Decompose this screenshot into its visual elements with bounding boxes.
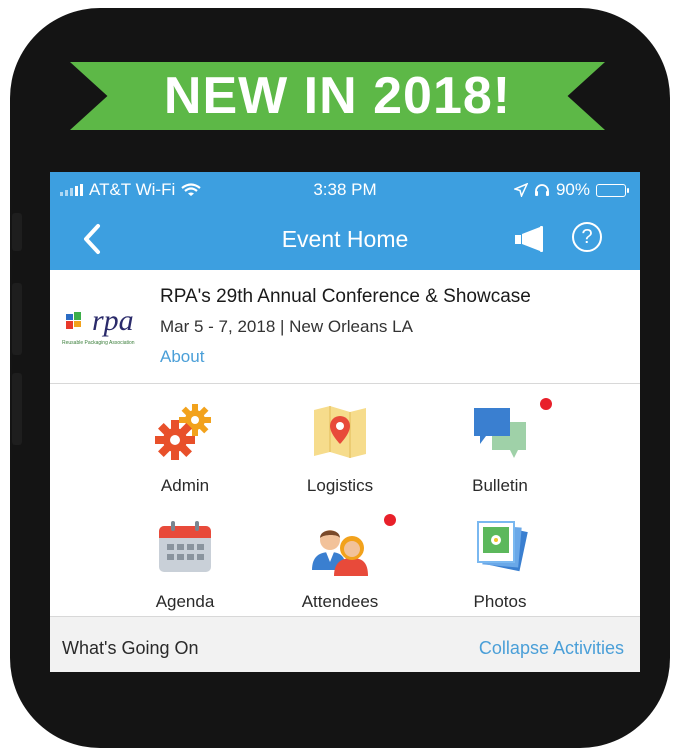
people-icon — [312, 530, 368, 576]
bulletin-notification-badge — [540, 398, 552, 410]
event-card: rpa Reusable Packaging Association RPA's… — [50, 270, 640, 384]
battery-percent: 90% — [555, 180, 590, 199]
new-banner: NEW IN 2018! — [70, 62, 605, 130]
chat-bubbles-icon — [474, 408, 526, 458]
carrier-label: AT&T Wi-Fi — [89, 180, 176, 199]
status-right: 90% — [513, 180, 629, 200]
tile-logistics[interactable]: Logistics — [275, 402, 405, 502]
signal-icon — [60, 184, 83, 196]
phone-screen: AT&T Wi-Fi 3:38 PM 90% Event Home ? rpa … — [50, 172, 640, 672]
tile-admin-label: Admin — [160, 476, 210, 495]
tile-agenda[interactable]: Agenda — [120, 518, 250, 618]
tile-logistics-label: Logistics — [306, 476, 374, 495]
headphones-icon — [534, 184, 549, 196]
rpa-logo: rpa Reusable Packaging Association — [62, 304, 152, 354]
tile-bulletin-label: Bulletin — [472, 476, 528, 495]
rpa-wordmark: rpa — [92, 304, 134, 337]
activity-section-header: What's Going On Collapse Activities — [50, 624, 640, 664]
calendar-icon — [159, 521, 211, 572]
volume-down-button — [12, 373, 22, 445]
megaphone-icon[interactable] — [512, 224, 546, 254]
tile-admin[interactable]: Admin — [120, 402, 250, 502]
map-pin-icon — [314, 406, 366, 458]
mute-switch — [12, 213, 22, 251]
location-icon — [513, 183, 528, 197]
tile-agenda-label: Agenda — [155, 592, 215, 611]
banner-text: NEW IN 2018! — [163, 67, 512, 125]
battery-icon — [596, 183, 629, 197]
volume-up-button — [12, 283, 22, 355]
status-left: AT&T Wi-Fi — [60, 180, 201, 200]
tile-attendees-label: Attendees — [301, 592, 379, 611]
tile-photos-label: Photos — [473, 592, 527, 611]
rpa-logo-mark-icon — [66, 312, 81, 329]
activity-heading: What's Going On — [62, 638, 199, 658]
tile-bulletin[interactable]: Bulletin — [435, 402, 565, 502]
event-date-location: Mar 5 - 7, 2018 | New Orleans LA — [160, 317, 413, 336]
gears-icon — [155, 404, 211, 460]
nav-bar: Event Home ? — [50, 208, 640, 270]
rpa-tagline: Reusable Packaging Association — [62, 340, 135, 346]
help-icon[interactable]: ? — [572, 222, 602, 252]
wifi-icon — [181, 183, 201, 196]
feature-grid: Admin Logistics Bulletin Agenda Attendee… — [50, 384, 640, 617]
tile-attendees[interactable]: Attendees — [275, 518, 405, 618]
tile-photos[interactable]: Photos — [435, 518, 565, 618]
status-bar: AT&T Wi-Fi 3:38 PM 90% — [50, 172, 640, 208]
attendees-notification-badge — [384, 514, 396, 526]
event-title: RPA's 29th Annual Conference & Showcase — [160, 286, 531, 307]
collapse-activities-link[interactable]: Collapse Activities — [479, 638, 624, 659]
about-link[interactable]: About — [160, 347, 204, 367]
page-title: Event Home — [281, 225, 409, 252]
photos-icon — [477, 521, 528, 572]
